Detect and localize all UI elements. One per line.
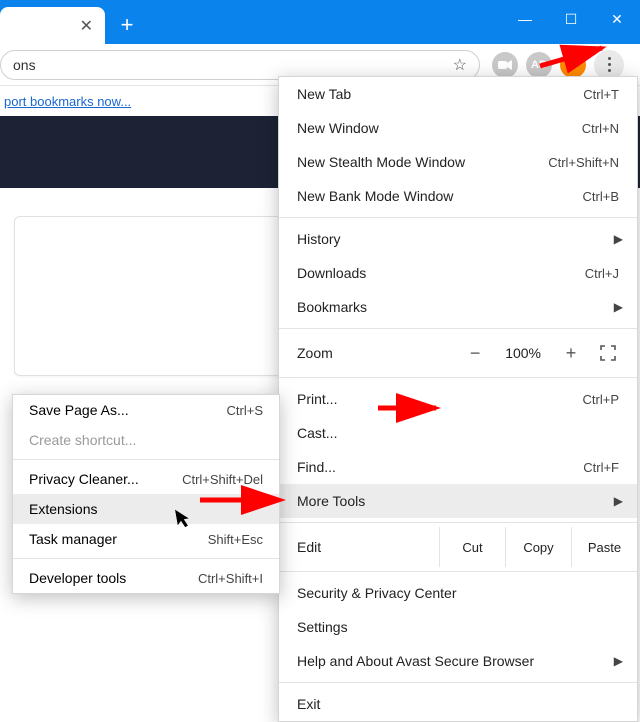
window-controls: — ☐ ✕ [502, 0, 640, 38]
submenu-privacy-cleaner[interactable]: Privacy Cleaner...Ctrl+Shift+Del [13, 464, 279, 494]
menu-separator [279, 217, 637, 218]
menu-settings[interactable]: Settings [279, 610, 637, 644]
zoom-in-button[interactable]: + [561, 343, 581, 364]
zoom-out-button[interactable]: − [465, 343, 485, 364]
zoom-label: Zoom [297, 345, 465, 361]
menu-cast[interactable]: Cast... [279, 416, 637, 450]
submenu-save-page[interactable]: Save Page As...Ctrl+S [13, 395, 279, 425]
paste-button[interactable]: Paste [571, 527, 637, 567]
menu-separator [279, 571, 637, 572]
content-card [14, 216, 312, 376]
menu-more-tools[interactable]: More Tools▶ [279, 484, 637, 518]
maximize-button[interactable]: ☐ [548, 0, 594, 38]
chevron-right-icon: ▶ [614, 654, 623, 668]
chevron-right-icon: ▶ [614, 494, 623, 508]
menu-separator [279, 522, 637, 523]
menu-separator [279, 377, 637, 378]
kebab-icon [608, 57, 611, 72]
more-tools-submenu: Save Page As...Ctrl+S Create shortcut...… [12, 394, 280, 594]
submenu-developer-tools[interactable]: Developer toolsCtrl+Shift+I [13, 563, 279, 593]
main-menu: New TabCtrl+T New WindowCtrl+N New Steal… [278, 76, 638, 722]
avast-icon[interactable] [560, 52, 586, 78]
menu-help[interactable]: Help and About Avast Secure Browser▶ [279, 644, 637, 678]
fullscreen-icon[interactable] [597, 342, 619, 364]
bookmark-star-icon[interactable]: ☆ [453, 55, 467, 75]
zoom-value: 100% [505, 345, 541, 361]
menu-find[interactable]: Find...Ctrl+F [279, 450, 637, 484]
chevron-right-icon: ▶ [614, 232, 623, 246]
address-text: ons [13, 57, 447, 73]
menu-separator [279, 682, 637, 683]
copy-button[interactable]: Copy [505, 527, 571, 567]
camera-icon[interactable] [492, 52, 518, 78]
browser-tab[interactable]: ✕ [0, 7, 105, 44]
main-menu-button[interactable] [594, 50, 624, 80]
ad-block-icon[interactable]: AD [526, 52, 552, 78]
close-tab-icon[interactable]: ✕ [80, 16, 93, 36]
chevron-right-icon: ▶ [614, 300, 623, 314]
menu-separator [279, 328, 637, 329]
cut-button[interactable]: Cut [439, 527, 505, 567]
menu-separator [13, 558, 279, 559]
menu-downloads[interactable]: DownloadsCtrl+J [279, 256, 637, 290]
menu-bookmarks[interactable]: Bookmarks▶ [279, 290, 637, 324]
menu-stealth-window[interactable]: New Stealth Mode WindowCtrl+Shift+N [279, 145, 637, 179]
close-window-button[interactable]: ✕ [594, 0, 640, 38]
address-bar[interactable]: ons ☆ [0, 50, 480, 80]
submenu-extensions[interactable]: Extensions [13, 494, 279, 524]
import-bookmarks-link[interactable]: port bookmarks now... [4, 94, 131, 109]
menu-edit: Edit Cut Copy Paste [279, 527, 637, 567]
submenu-task-manager[interactable]: Task managerShift+Esc [13, 524, 279, 554]
menu-zoom: Zoom − 100% + [279, 333, 637, 373]
minimize-button[interactable]: — [502, 0, 548, 38]
edit-label: Edit [297, 539, 439, 555]
menu-security[interactable]: Security & Privacy Center [279, 576, 637, 610]
menu-bank-window[interactable]: New Bank Mode WindowCtrl+B [279, 179, 637, 213]
menu-exit[interactable]: Exit [279, 687, 637, 721]
new-tab-button[interactable]: + [111, 9, 143, 41]
menu-print[interactable]: Print...Ctrl+P [279, 382, 637, 416]
submenu-create-shortcut: Create shortcut... [13, 425, 279, 455]
extension-icons: AD [488, 50, 640, 80]
menu-new-window[interactable]: New WindowCtrl+N [279, 111, 637, 145]
menu-history[interactable]: History▶ [279, 222, 637, 256]
menu-separator [13, 459, 279, 460]
menu-new-tab[interactable]: New TabCtrl+T [279, 77, 637, 111]
